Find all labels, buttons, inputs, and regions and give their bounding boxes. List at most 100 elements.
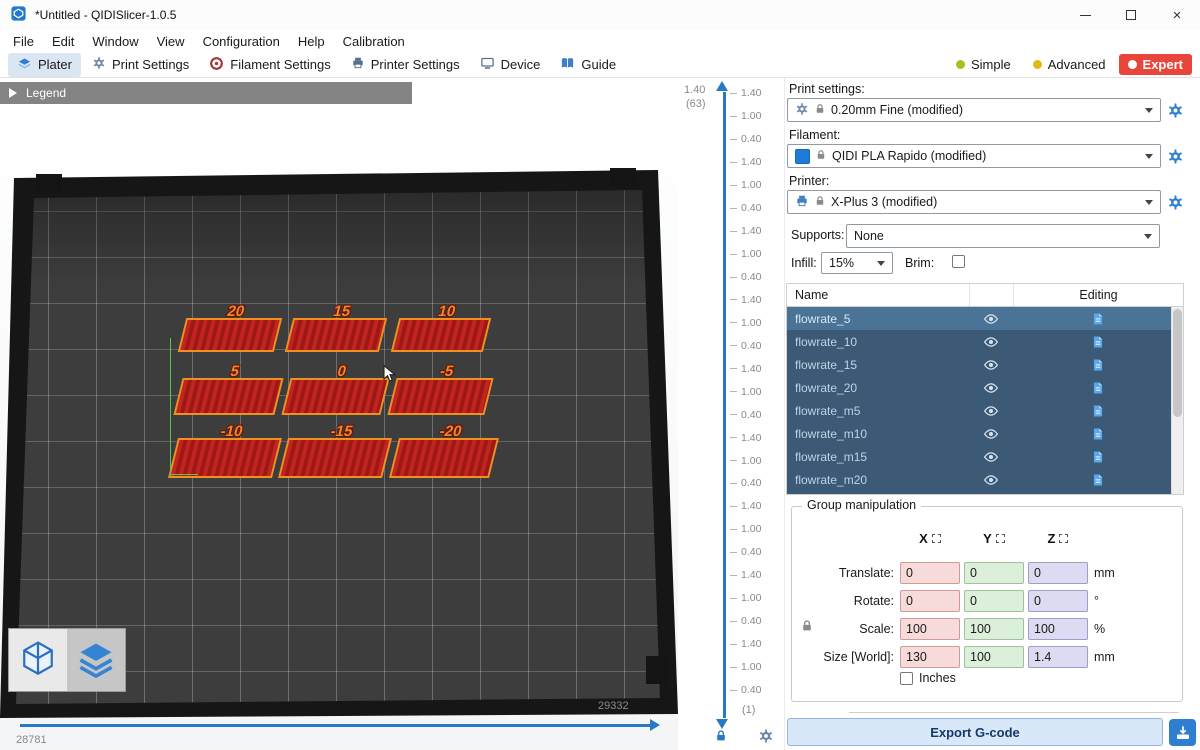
- menu-calibration[interactable]: Calibration: [334, 32, 414, 51]
- inches-checkbox[interactable]: [900, 672, 913, 685]
- editing-column-header[interactable]: Editing: [1013, 284, 1183, 306]
- uniform-scale-lock-icon[interactable]: [800, 619, 814, 636]
- edit-object-icon[interactable]: [1013, 335, 1183, 349]
- edit-object-icon[interactable]: [1013, 473, 1183, 487]
- export-gcode-button[interactable]: Export G-code: [787, 718, 1163, 746]
- table-row[interactable]: flowrate_m10: [787, 422, 1183, 445]
- edit-object-icon[interactable]: [1013, 450, 1183, 464]
- edit-object-icon[interactable]: [1013, 381, 1183, 395]
- visibility-eye-icon[interactable]: [969, 449, 1013, 465]
- print-settings-edit-button[interactable]: [1165, 100, 1185, 120]
- scale-y-field[interactable]: 100: [964, 618, 1024, 640]
- visibility-eye-icon[interactable]: [969, 334, 1013, 350]
- tab-printer-settings[interactable]: Printer Settings: [342, 53, 469, 76]
- size-z-field[interactable]: 1.4: [1028, 646, 1088, 668]
- rotate-y-field[interactable]: 0: [964, 590, 1024, 612]
- filament-combo[interactable]: QIDI PLA Rapido (modified): [787, 144, 1161, 168]
- visibility-eye-icon[interactable]: [969, 357, 1013, 373]
- table-row[interactable]: flowrate_m5: [787, 399, 1183, 422]
- mode-advanced[interactable]: Advanced: [1024, 54, 1115, 75]
- layer-slider-track[interactable]: [723, 92, 726, 718]
- table-row[interactable]: flowrate_5: [787, 307, 1183, 330]
- visibility-column-header[interactable]: [969, 284, 1013, 306]
- table-row[interactable]: flowrate_15: [787, 353, 1183, 376]
- edit-object-icon[interactable]: [1013, 427, 1183, 441]
- 3d-viewport[interactable]: Legend 20 15 10 5 0 -5 -10 -15 -20: [0, 78, 678, 750]
- layer-lock-icon[interactable]: [714, 729, 728, 746]
- axis-z-icon[interactable]: [1059, 534, 1068, 543]
- table-row[interactable]: flowrate_m20: [787, 468, 1183, 491]
- menu-file[interactable]: File: [4, 32, 43, 51]
- model-object[interactable]: 20: [178, 318, 282, 352]
- tab-guide[interactable]: Guide: [551, 53, 625, 77]
- scrollbar-thumb[interactable]: [1173, 309, 1182, 417]
- model-object[interactable]: -10: [168, 438, 282, 478]
- filament-edit-button[interactable]: [1165, 146, 1185, 166]
- brim-checkbox[interactable]: [952, 255, 965, 268]
- 3d-editor-view-button[interactable]: [9, 629, 67, 691]
- minimize-button[interactable]: [1062, 0, 1108, 30]
- model-object[interactable]: 10: [391, 318, 491, 352]
- supports-combo[interactable]: None: [846, 224, 1160, 248]
- menu-help[interactable]: Help: [289, 32, 334, 51]
- tab-plater[interactable]: Plater: [8, 53, 81, 77]
- visibility-eye-icon[interactable]: [969, 311, 1013, 327]
- scale-z-field[interactable]: 100: [1028, 618, 1088, 640]
- table-row[interactable]: flowrate_10: [787, 330, 1183, 353]
- infill-combo[interactable]: 15%: [821, 252, 893, 274]
- table-row[interactable]: flowrate_m15: [787, 445, 1183, 468]
- table-row[interactable]: flowrate_20: [787, 376, 1183, 399]
- size-x-field[interactable]: 130: [900, 646, 960, 668]
- tab-filament-settings[interactable]: Filament Settings: [200, 53, 339, 77]
- model-object[interactable]: -15: [278, 438, 392, 478]
- mode-simple[interactable]: Simple: [947, 54, 1020, 75]
- print-settings-combo[interactable]: 0.20mm Fine (modified): [787, 98, 1161, 122]
- axis-x-icon[interactable]: [932, 534, 941, 543]
- close-button[interactable]: ×: [1154, 0, 1200, 30]
- supports-value: None: [854, 229, 1139, 243]
- supports-label: Supports:: [791, 228, 845, 242]
- horizontal-slider[interactable]: [20, 724, 650, 727]
- menu-edit[interactable]: Edit: [43, 32, 83, 51]
- layer-slider-top-handle[interactable]: [716, 81, 728, 91]
- model-object[interactable]: 15: [285, 318, 387, 352]
- name-column-header[interactable]: Name: [787, 288, 969, 302]
- model-object[interactable]: 0: [281, 378, 389, 415]
- axis-y-icon[interactable]: [996, 534, 1005, 543]
- rotate-z-field[interactable]: 0: [1028, 590, 1088, 612]
- visibility-eye-icon[interactable]: [969, 472, 1013, 488]
- menu-window[interactable]: Window: [83, 32, 147, 51]
- horizontal-slider-arrow-icon[interactable]: [650, 719, 660, 731]
- legend-collapse-bar[interactable]: Legend: [0, 82, 412, 104]
- tab-print-settings[interactable]: Print Settings: [83, 53, 198, 76]
- visibility-eye-icon[interactable]: [969, 380, 1013, 396]
- edit-object-icon[interactable]: [1013, 358, 1183, 372]
- model-object[interactable]: 5: [173, 378, 283, 415]
- translate-z-field[interactable]: 0: [1028, 562, 1088, 584]
- preview-layers-view-button[interactable]: [67, 629, 125, 691]
- model-object[interactable]: -5: [387, 378, 493, 415]
- size-y-field[interactable]: 100: [964, 646, 1024, 668]
- visibility-eye-icon[interactable]: [969, 426, 1013, 442]
- send-to-printer-icon[interactable]: [1169, 719, 1196, 746]
- layer-tick-label: 1.40: [730, 226, 761, 237]
- layer-tick-label: 0.40: [730, 616, 761, 627]
- scale-x-field[interactable]: 100: [900, 618, 960, 640]
- brim-label: Brim:: [905, 256, 934, 270]
- object-list-scrollbar[interactable]: [1171, 307, 1183, 494]
- tab-device[interactable]: Device: [471, 53, 550, 77]
- translate-y-field[interactable]: 0: [964, 562, 1024, 584]
- translate-x-field[interactable]: 0: [900, 562, 960, 584]
- menu-configuration[interactable]: Configuration: [194, 32, 289, 51]
- visibility-eye-icon[interactable]: [969, 403, 1013, 419]
- edit-object-icon[interactable]: [1013, 404, 1183, 418]
- mode-expert[interactable]: Expert: [1119, 54, 1192, 75]
- model-object[interactable]: -20: [389, 438, 499, 478]
- layer-settings-gear-icon[interactable]: [758, 728, 774, 747]
- edit-object-icon[interactable]: [1013, 312, 1183, 326]
- rotate-x-field[interactable]: 0: [900, 590, 960, 612]
- menu-view[interactable]: View: [148, 32, 194, 51]
- printer-edit-button[interactable]: [1165, 192, 1185, 212]
- printer-combo[interactable]: X-Plus 3 (modified): [787, 190, 1161, 214]
- maximize-button[interactable]: [1108, 0, 1154, 30]
